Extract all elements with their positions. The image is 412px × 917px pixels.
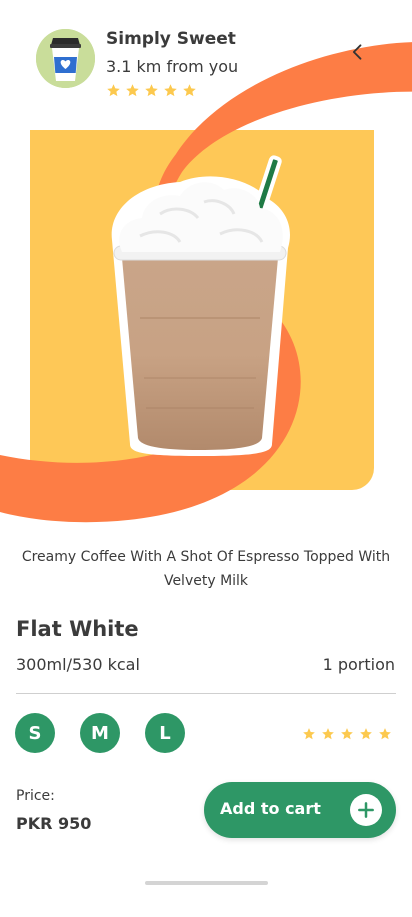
- star-icon: [145, 84, 158, 97]
- plus-icon: [350, 794, 382, 826]
- store-distance: 3.1 km from you: [106, 57, 239, 76]
- product-description: Creamy Coffee With A Shot Of Espresso To…: [21, 549, 391, 589]
- plus-glyph: [358, 802, 374, 818]
- star-icon: [126, 84, 139, 97]
- size-button-large[interactable]: L: [145, 713, 185, 753]
- home-indicator: [145, 881, 268, 885]
- store-rating: [106, 83, 197, 98]
- divider: [16, 693, 396, 694]
- star-icon: [183, 84, 196, 97]
- star-icon: [322, 728, 334, 740]
- size-button-medium[interactable]: M: [80, 713, 120, 753]
- decorative-ribbon: [0, 42, 412, 523]
- star-icon: [341, 728, 353, 740]
- add-to-cart-button[interactable]: Add to cart: [204, 782, 396, 838]
- product-rating: [302, 727, 392, 741]
- price-value: PKR 950: [16, 814, 92, 833]
- product-portion: 1 portion: [322, 655, 395, 674]
- star-icon: [379, 728, 391, 740]
- star-icon: [164, 84, 177, 97]
- star-icon: [107, 84, 120, 97]
- price-label: Price:: [16, 788, 55, 804]
- size-button-small[interactable]: S: [15, 713, 55, 753]
- store-header: Simply Sweet 3.1 km from you: [0, 0, 412, 110]
- product-name: Flat White: [16, 617, 139, 641]
- product-volume: 300ml/530 kcal: [16, 655, 140, 674]
- store-name: Simply Sweet: [106, 29, 236, 49]
- add-to-cart-label: Add to cart: [220, 799, 321, 818]
- iced-coffee-drink-image: [111, 155, 290, 456]
- star-icon: [360, 728, 372, 740]
- back-button[interactable]: [344, 38, 372, 66]
- coffee-cup-icon: [36, 29, 95, 88]
- chevron-left-icon: [352, 44, 362, 60]
- store-avatar: [36, 29, 95, 88]
- star-icon: [303, 728, 315, 740]
